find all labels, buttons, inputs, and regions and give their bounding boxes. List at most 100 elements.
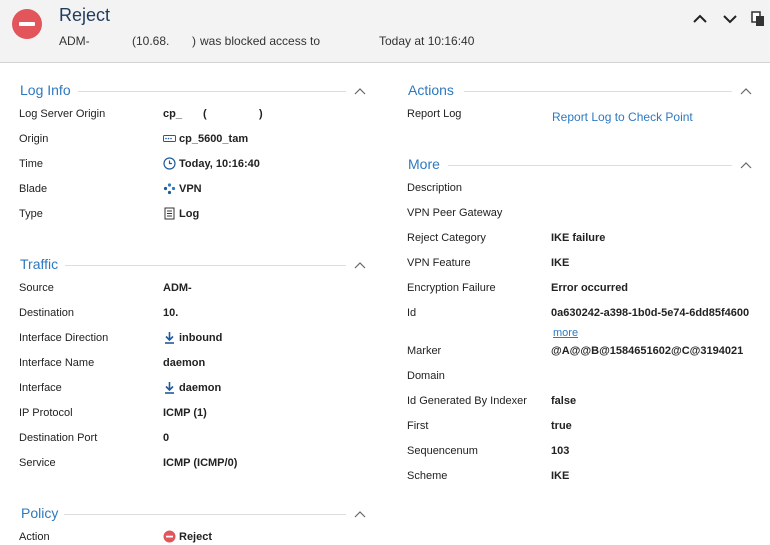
field-label: IP Protocol	[19, 407, 73, 419]
interface-value: daemon	[163, 381, 221, 394]
scheme-value: IKE	[551, 470, 570, 482]
next-log-button[interactable]	[721, 10, 739, 28]
field-label: Time	[19, 158, 44, 170]
gateway-icon	[163, 132, 176, 145]
field-label: Interface Direction	[19, 332, 109, 344]
summary-time: Today at 10:16:40	[379, 34, 475, 48]
field-label: Sequencenum	[407, 445, 478, 457]
origin-value-text: cp_5600_tam	[179, 132, 249, 145]
section-title-policy: Policy	[21, 505, 59, 521]
id-more-link[interactable]: more	[553, 327, 578, 339]
field-label: Type	[19, 208, 43, 220]
chevron-up-icon	[354, 262, 366, 269]
chevron-up-icon	[354, 511, 366, 518]
collapse-log-info-button[interactable]	[354, 87, 366, 95]
marker-value: @A@@B@1584651602@C@3194021	[551, 345, 744, 357]
field-label: Origin	[19, 133, 49, 145]
type-value: Log	[163, 207, 199, 220]
chevron-up-icon	[740, 88, 752, 95]
collapse-more-button[interactable]	[740, 161, 752, 169]
collapse-policy-button[interactable]	[354, 510, 366, 518]
section-title-more: More	[408, 156, 440, 172]
log-server-origin-ip-open: (	[203, 108, 207, 120]
field-label: Destination Port	[19, 432, 98, 444]
destination-port-value: 0	[163, 432, 170, 444]
time-value-text: Today, 10:16:40	[179, 157, 260, 170]
summary-blocked-text: was blocked access to	[200, 34, 321, 48]
interface-direction-value: inbound	[163, 331, 222, 344]
section-divider	[78, 91, 346, 92]
field-label: First	[407, 420, 429, 432]
service-value: ICMP (ICMP/0)	[163, 457, 238, 469]
interface-name-value: daemon	[163, 357, 206, 369]
chevron-up-icon	[740, 162, 752, 169]
field-label: Id Generated By Indexer	[407, 395, 527, 407]
field-label: Source	[19, 282, 54, 294]
summary-ip-close: )	[192, 34, 196, 48]
field-label: Report Log	[407, 108, 462, 120]
interface-direction-text: inbound	[179, 331, 223, 344]
field-label: Id	[407, 307, 417, 319]
collapse-actions-button[interactable]	[740, 87, 752, 95]
action-value: Reject	[163, 530, 212, 543]
type-value-text: Log	[179, 207, 200, 220]
summary-source: ADM-	[59, 34, 90, 48]
reject-icon	[12, 9, 42, 39]
chevron-down-icon	[723, 15, 737, 24]
clock-icon	[163, 157, 176, 170]
field-label: Scheme	[407, 470, 448, 482]
reject-category-value: IKE failure	[551, 232, 606, 244]
origin-value: cp_5600_tam	[163, 132, 248, 145]
blade-value-text: VPN	[179, 182, 202, 195]
field-label: Destination	[19, 307, 75, 319]
id-value: 0a630242-a398-1b0d-5e74-6dd85f4600	[551, 307, 750, 319]
source-value: ADM-	[163, 282, 192, 294]
field-label: Reject Category	[407, 232, 486, 244]
field-label: Log Server Origin	[19, 108, 106, 120]
section-divider	[464, 91, 732, 92]
ip-protocol-value: ICMP (1)	[163, 407, 207, 419]
copy-log-button[interactable]	[751, 10, 769, 28]
field-label: Action	[19, 531, 50, 543]
log-title: Reject	[59, 5, 111, 25]
section-divider	[64, 514, 346, 515]
section-title-traffic: Traffic	[20, 256, 59, 272]
inbound-arrow-icon	[163, 381, 176, 394]
field-label: Domain	[407, 370, 445, 382]
field-label: Marker	[407, 345, 442, 357]
time-value: Today, 10:16:40	[163, 157, 260, 170]
field-label: Interface Name	[19, 357, 95, 369]
vpn-icon	[163, 182, 176, 195]
chevron-up-icon	[354, 88, 366, 95]
field-label: Description	[407, 182, 463, 194]
field-label: Encryption Failure	[407, 282, 496, 294]
section-title-log-info: Log Info	[20, 82, 71, 98]
section-divider	[65, 265, 346, 266]
field-label: Blade	[19, 183, 48, 195]
field-label: Interface	[19, 382, 62, 394]
section-title-actions: Actions	[408, 82, 454, 98]
log-icon	[163, 207, 176, 220]
collapse-traffic-button[interactable]	[354, 261, 366, 269]
field-label: VPN Peer Gateway	[407, 207, 503, 219]
field-label: VPN Feature	[407, 257, 471, 269]
summary-ip: (10.68.	[132, 34, 170, 48]
chevron-up-icon	[693, 14, 707, 23]
first-value: true	[551, 420, 572, 432]
blade-value: VPN	[163, 182, 202, 195]
reject-icon	[163, 530, 176, 543]
copy-icon	[751, 11, 764, 26]
sequencenum-value: 103	[551, 445, 570, 457]
action-value-text: Reject	[179, 530, 213, 543]
log-header: Reject ADM- (10.68. ) was blocked access…	[0, 0, 770, 63]
vpn-feature-value: IKE	[551, 257, 570, 269]
previous-log-button[interactable]	[691, 10, 709, 28]
log-server-origin-value: cp_	[163, 108, 182, 120]
encryption-failure-value: Error occurred	[551, 282, 629, 294]
report-log-link[interactable]: Report Log to Check Point	[552, 110, 693, 124]
inbound-arrow-icon	[163, 331, 176, 344]
field-label: Service	[19, 457, 56, 469]
interface-value-text: daemon	[179, 381, 222, 394]
log-server-origin-ip-close: )	[259, 108, 263, 120]
section-divider	[448, 165, 732, 166]
